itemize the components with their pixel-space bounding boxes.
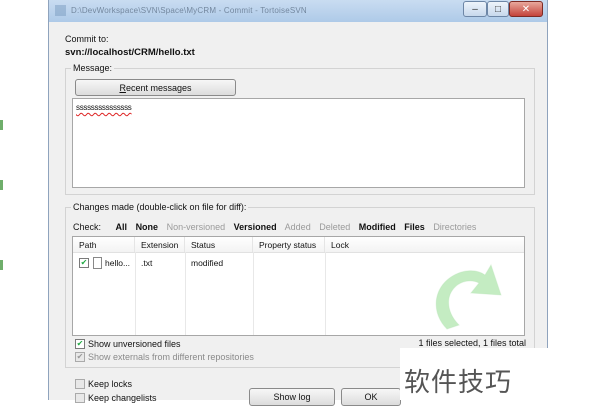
show-externals-checkbox[interactable]: ✔ bbox=[75, 352, 85, 362]
filter-non-versioned[interactable]: Non-versioned bbox=[167, 222, 226, 232]
filter-files[interactable]: Files bbox=[404, 222, 425, 232]
filter-all[interactable]: All bbox=[116, 222, 128, 232]
selection-status: 1 files selected, 1 files total bbox=[418, 338, 526, 348]
keep-locks-label: Keep locks bbox=[88, 379, 133, 389]
keep-changelists-label: Keep changelists bbox=[88, 393, 157, 403]
row-checkbox[interactable]: ✔ bbox=[79, 258, 89, 268]
changes-list[interactable]: Path Extension Status Property status Lo… bbox=[72, 236, 525, 336]
recent-messages-label: ecent messages bbox=[125, 82, 192, 93]
show-unversioned-label: Show unversioned files bbox=[88, 339, 181, 349]
column-divider bbox=[135, 252, 136, 335]
column-status[interactable]: Status bbox=[185, 237, 253, 252]
background-marker bbox=[0, 180, 3, 190]
commit-arrow-icon bbox=[435, 263, 502, 330]
background-window-strip bbox=[0, 0, 48, 400]
message-text: sssssssssssssss bbox=[76, 103, 132, 112]
show-externals-label: Show externals from different repositori… bbox=[88, 352, 254, 362]
row-status: modified bbox=[191, 258, 224, 268]
minimize-icon: – bbox=[472, 3, 478, 15]
close-button[interactable]: ✕ bbox=[509, 1, 543, 17]
keep-locks-checkbox[interactable] bbox=[75, 379, 85, 389]
background-marker bbox=[0, 120, 3, 130]
filter-deleted[interactable]: Deleted bbox=[319, 222, 350, 232]
ok-button[interactable]: OK bbox=[341, 388, 401, 406]
check-filter-bar: Check: All None Non-versioned Versioned … bbox=[73, 222, 482, 232]
background-marker bbox=[0, 260, 3, 270]
watermark: 软件技巧 bbox=[400, 348, 600, 400]
recent-messages-button[interactable]: Recent messages bbox=[75, 79, 236, 96]
column-divider bbox=[253, 252, 254, 335]
commit-url: svn://localhost/CRM/hello.txt bbox=[65, 47, 195, 58]
maximize-button[interactable]: □ bbox=[487, 1, 509, 17]
list-header: Path Extension Status Property status Lo… bbox=[73, 237, 524, 253]
changes-group-label: Changes made (double-click on file for d… bbox=[73, 202, 247, 212]
minimize-button[interactable]: – bbox=[463, 1, 487, 17]
column-lock[interactable]: Lock bbox=[325, 237, 385, 252]
filter-versioned[interactable]: Versioned bbox=[234, 222, 277, 232]
close-icon: ✕ bbox=[521, 3, 531, 15]
column-divider bbox=[185, 252, 186, 335]
title-bar[interactable]: D:\DevWorkspace\SVN\Space\MyCRM - Commit… bbox=[49, 0, 547, 22]
column-path[interactable]: Path bbox=[73, 237, 135, 252]
filter-directories[interactable]: Directories bbox=[433, 222, 476, 232]
checkmark-icon: ✔ bbox=[76, 339, 84, 348]
column-extension[interactable]: Extension bbox=[135, 237, 185, 252]
checkmark-icon: ✔ bbox=[80, 258, 88, 267]
watermark-text: 软件技巧 bbox=[404, 368, 513, 398]
commit-to-label: Commit to: bbox=[65, 34, 109, 44]
filter-none[interactable]: None bbox=[136, 222, 159, 232]
maximize-icon: □ bbox=[494, 3, 502, 15]
text-file-icon bbox=[93, 257, 102, 269]
message-textarea[interactable]: sssssssssssssss bbox=[72, 98, 525, 188]
window-title: D:\DevWorkspace\SVN\Space\MyCRM - Commit… bbox=[71, 6, 307, 15]
keep-changelists-checkbox[interactable] bbox=[75, 393, 85, 403]
show-unversioned-checkbox[interactable]: ✔ bbox=[75, 339, 85, 349]
checkmark-icon: ✔ bbox=[76, 352, 84, 361]
message-group-label: Message: bbox=[73, 63, 113, 73]
column-divider bbox=[325, 252, 326, 335]
commit-dialog: D:\DevWorkspace\SVN\Space\MyCRM - Commit… bbox=[48, 0, 548, 406]
show-log-button[interactable]: Show log bbox=[249, 388, 335, 406]
filter-added[interactable]: Added bbox=[285, 222, 311, 232]
row-extension: .txt bbox=[141, 258, 153, 268]
app-icon bbox=[55, 5, 66, 16]
column-property-status[interactable]: Property status bbox=[253, 237, 325, 252]
check-label: Check: bbox=[73, 222, 102, 232]
row-path: hello... bbox=[105, 258, 131, 268]
filter-modified[interactable]: Modified bbox=[359, 222, 396, 232]
